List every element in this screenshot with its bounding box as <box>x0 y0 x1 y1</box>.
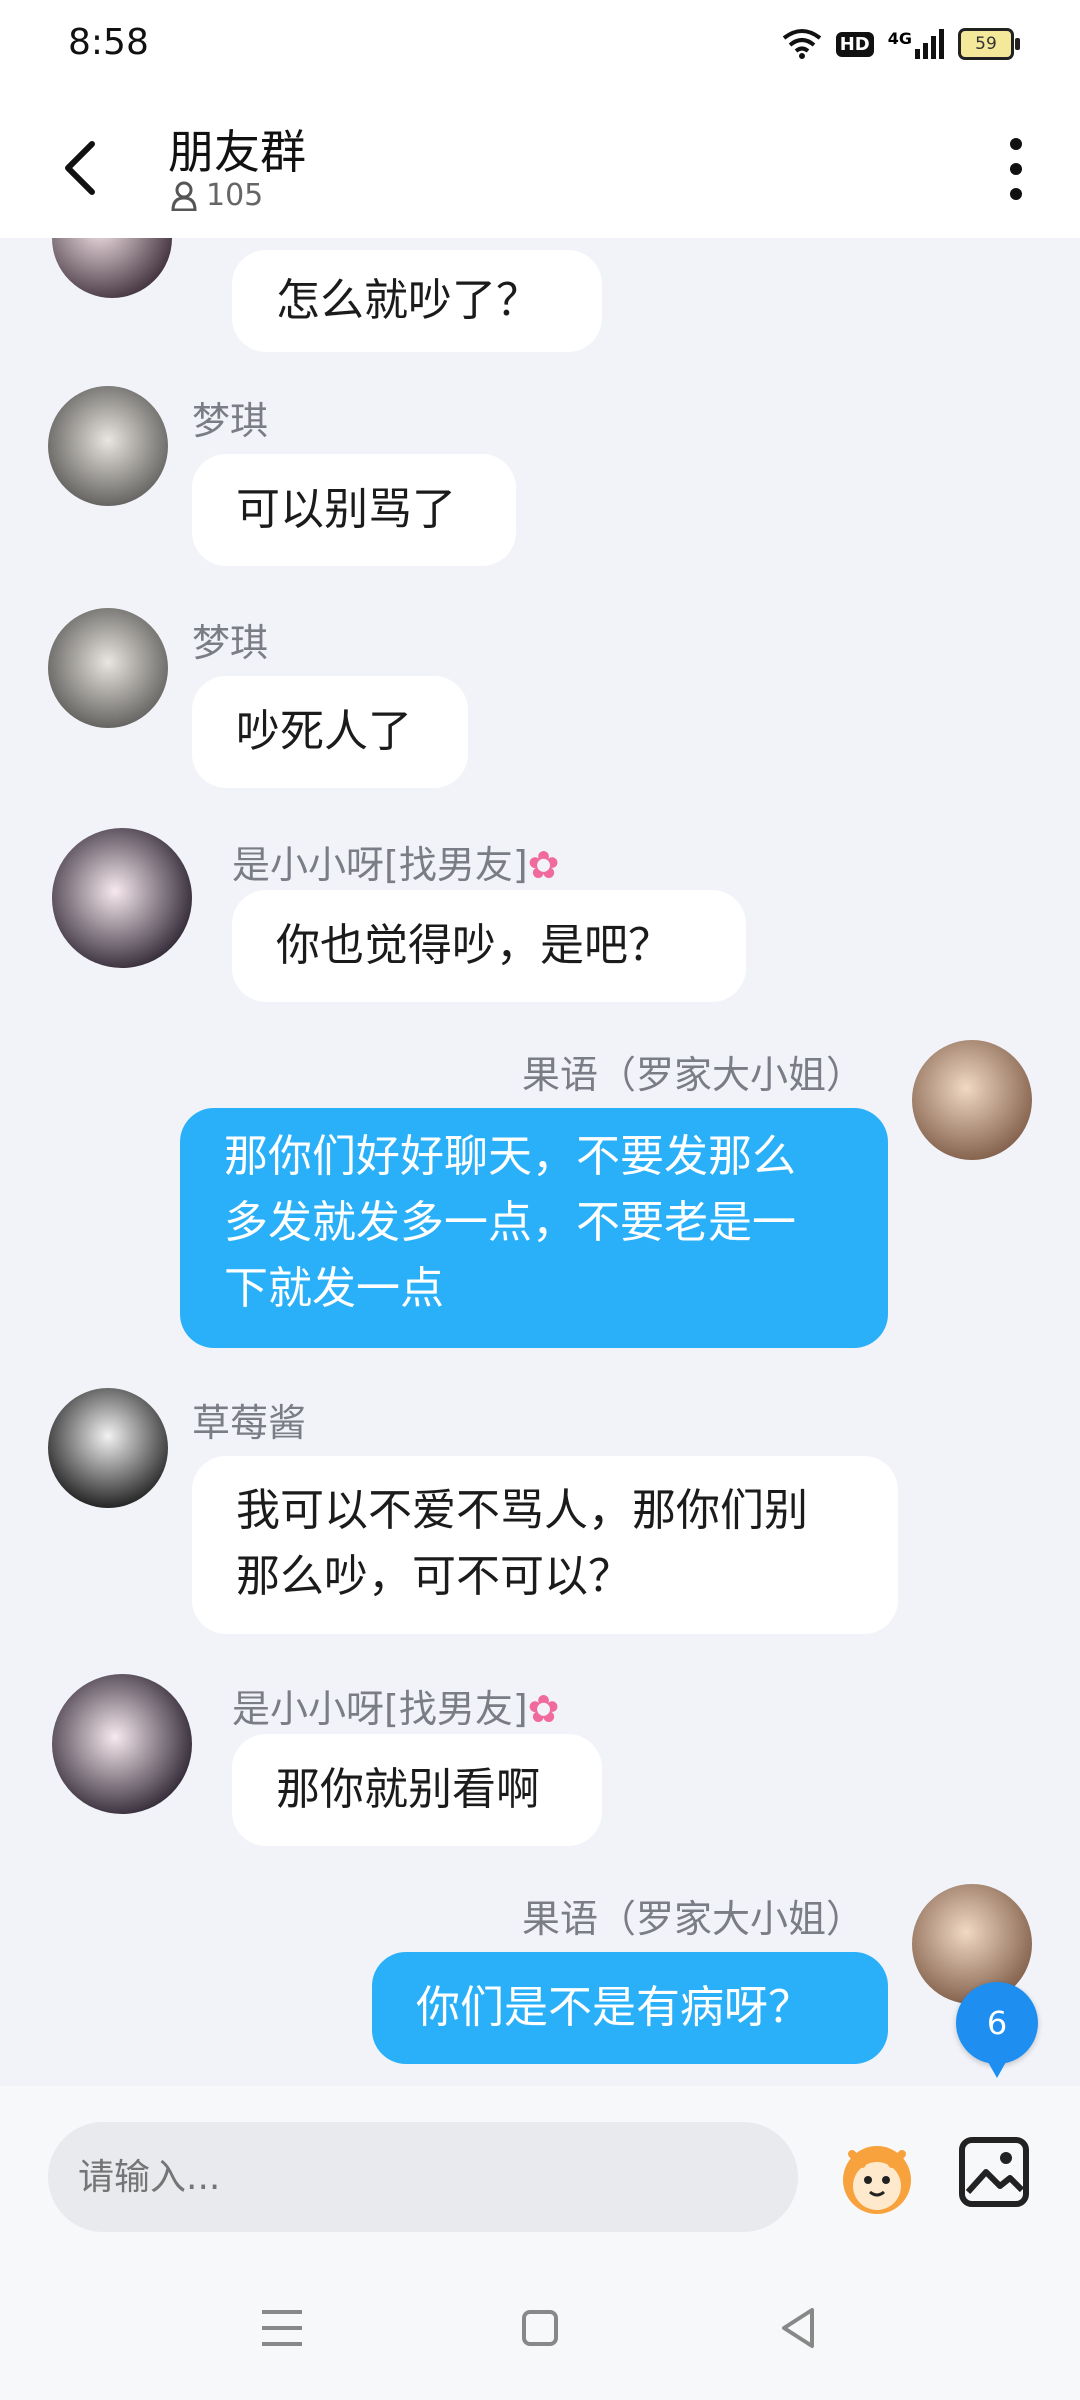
avatar[interactable] <box>48 608 168 728</box>
network-label: 4G <box>888 29 944 59</box>
message-bubble[interactable]: 那你就别看啊 <box>232 1734 602 1846</box>
group-title: 朋友群 <box>168 125 306 179</box>
flower-emoji-icon: ✿ <box>527 843 560 887</box>
sender-name: 果语（罗家大小姐） <box>522 1897 865 1941</box>
message-bubble[interactable]: 吵死人了 <box>192 676 468 788</box>
flower-emoji-icon: ✿ <box>527 1687 560 1731</box>
message-bubble[interactable]: 我可以不爱不骂人，那你们别 那么吵，可不可以？ <box>192 1456 898 1634</box>
chat-header: 朋友群 105 <box>0 96 1080 238</box>
message-bubble-mine[interactable]: 那你们好好聊天，不要发那么 多发就发多一点，不要老是一 下就发一点 <box>180 1108 888 1348</box>
avatar[interactable] <box>52 828 192 968</box>
signal-icon <box>915 29 944 59</box>
member-count: 105 <box>170 178 263 213</box>
back-arrow-icon[interactable] <box>56 138 106 198</box>
sender-name: 梦琪 <box>192 399 269 443</box>
message-input[interactable] <box>48 2122 798 2232</box>
message-bubble-mine[interactable]: 你们是不是有病呀？ <box>372 1952 888 2064</box>
system-nav-bar <box>0 2248 1080 2400</box>
battery-icon: 59 <box>958 28 1020 60</box>
hd-icon: HD <box>835 31 874 57</box>
sender-name: 是小小呀[找男友]✿ <box>232 1687 560 1731</box>
back-nav-icon[interactable] <box>768 2298 828 2358</box>
avatar[interactable] <box>48 386 168 506</box>
message-bubble[interactable]: 可以别骂了 <box>192 454 516 566</box>
avatar[interactable] <box>52 238 172 298</box>
avatar[interactable] <box>48 1388 168 1508</box>
wifi-icon <box>782 29 821 59</box>
input-bar <box>0 2086 1080 2248</box>
sender-name: 是小小呀[找男友]✿ <box>232 843 560 887</box>
unread-count-badge[interactable]: 6 <box>956 1982 1038 2078</box>
menu-nav-icon[interactable] <box>252 2298 312 2358</box>
sender-name: 梦琪 <box>192 621 269 665</box>
avatar[interactable] <box>52 1674 192 1814</box>
message-bubble[interactable]: 你也觉得吵，是吧？ <box>232 890 746 1002</box>
avatar[interactable] <box>912 1040 1032 1160</box>
message-bubble[interactable]: 怎么就吵了？ <box>232 250 602 352</box>
status-time: 8:58 <box>68 22 149 63</box>
status-icons: HD 4G 59 <box>782 28 1020 60</box>
more-options-icon[interactable] <box>996 134 1036 204</box>
sender-name: 草莓酱 <box>192 1401 307 1445</box>
home-nav-icon[interactable] <box>510 2298 570 2358</box>
status-bar: 8:58 HD 4G 59 <box>0 0 1080 96</box>
person-icon <box>171 181 197 211</box>
emoji-sticker-icon[interactable] <box>832 2132 922 2222</box>
sender-name: 果语（罗家大小姐） <box>522 1053 865 1097</box>
chat-screen: 8:58 HD 4G 59 朋友群 105 怎么就吵了？ 梦琪 可以别骂了 梦琪… <box>0 0 1080 2400</box>
image-picker-icon[interactable] <box>958 2136 1030 2208</box>
message-list[interactable]: 怎么就吵了？ 梦琪 可以别骂了 梦琪 吵死人了 是小小呀[找男友]✿ 你也觉得吵… <box>0 238 1080 2086</box>
